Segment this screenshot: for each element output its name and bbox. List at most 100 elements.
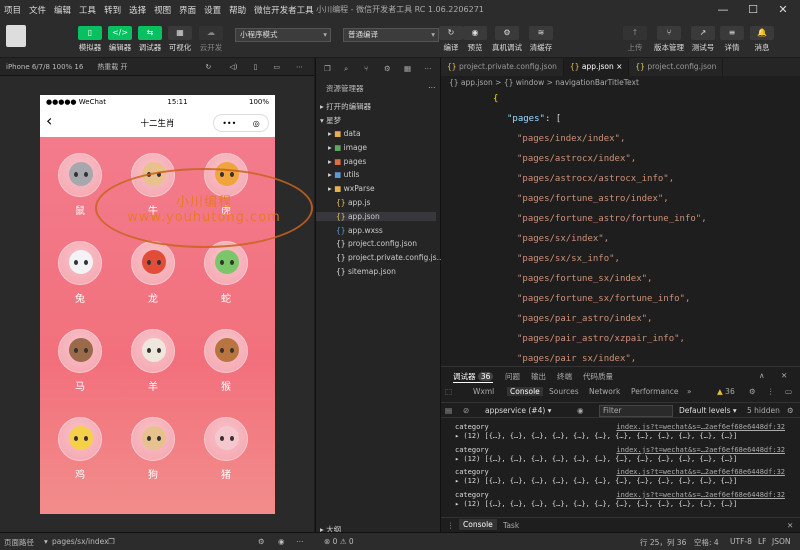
menu-edit[interactable]: 编辑 — [50, 4, 75, 16]
tree-file[interactable]: {} sitemap.json — [336, 267, 396, 276]
menu-project[interactable]: 项目 — [0, 4, 25, 16]
editor-button[interactable]: </> 编辑器 — [105, 26, 135, 53]
log-entry[interactable]: category index.js?t=wechat&s=…2aef6ef68e6… — [455, 491, 785, 499]
log-array[interactable]: ▸ (12) [{…}, {…}, {…}, {…}, {…}, {…}, {…… — [455, 455, 785, 463]
simulator-button[interactable]: ▯ 模拟器 — [75, 26, 105, 53]
eye-icon[interactable]: ◉ — [577, 406, 584, 415]
page-path-label[interactable]: 页面路径 — [4, 537, 34, 548]
menu-file[interactable]: 文件 — [25, 4, 50, 16]
log-entry[interactable]: category index.js?t=wechat&s=…2aef6ef68e6… — [455, 446, 785, 454]
remote-debug-button[interactable]: ⚙ 真机调试 — [492, 26, 522, 53]
refresh-icon[interactable]: ↻ — [206, 63, 212, 71]
tab-debugger[interactable]: 调试器 36 — [453, 371, 494, 383]
chevron-up-icon[interactable]: ∧ — [759, 371, 765, 380]
tab-output[interactable]: 输出 — [531, 371, 546, 382]
zodiac-item[interactable]: 蛇 — [196, 241, 256, 305]
tab-terminal[interactable]: 终端 — [557, 371, 572, 382]
log-array[interactable]: ▸ (12) [{…}, {…}, {…}, {…}, {…}, {…}, {…… — [455, 477, 785, 485]
messages-button[interactable]: 🔔 消息 — [747, 26, 777, 53]
levels-select[interactable]: Default levels ▾ — [679, 406, 737, 415]
editor-tab[interactable]: {} project.private.config.json — [441, 58, 564, 76]
record-icon[interactable]: ◎ — [253, 119, 260, 128]
log-entry[interactable]: category index.js?t=wechat&s=…2aef6ef68e6… — [455, 423, 785, 431]
clear-cache-button[interactable]: ≋ 清缓存 — [526, 26, 556, 53]
warning-count[interactable]: ▲ 36 — [717, 387, 735, 396]
details-button[interactable]: ≡ 详情 — [717, 26, 747, 53]
tree-file[interactable]: {} app.js — [336, 198, 370, 207]
more-icon[interactable]: ⋮ — [447, 521, 455, 530]
tree-file[interactable]: {} project.private.config.js... — [336, 253, 444, 262]
project-avatar[interactable] — [6, 25, 26, 47]
drawer-tab-task[interactable]: Task — [503, 521, 519, 530]
search-icon[interactable]: ⌕ — [344, 64, 348, 74]
devtools-tab[interactable]: Console — [507, 387, 543, 396]
preview-button[interactable]: ◉ 预览 — [460, 26, 490, 53]
log-entry[interactable]: category index.js?t=wechat&s=…2aef6ef68e6… — [455, 468, 785, 476]
mode-select[interactable]: 小程序模式 ▾ — [235, 28, 331, 42]
menu-interface[interactable]: 界面 — [175, 4, 200, 16]
eol[interactable]: LF — [758, 537, 767, 546]
log-array[interactable]: ▸ (12) [{…}, {…}, {…}, {…}, {…}, {…}, {…… — [455, 432, 785, 440]
capsule-button[interactable]: ••• ◎ — [213, 114, 269, 132]
debugger-button[interactable]: ⇆ 调试器 — [135, 26, 165, 53]
more-icon[interactable]: ⋯ — [424, 64, 432, 73]
zodiac-item[interactable]: 羊 — [123, 329, 183, 393]
settings-icon[interactable]: ⚙ — [258, 537, 265, 546]
dock-icon[interactable]: ▭ — [785, 387, 792, 396]
hotreload-toggle[interactable]: 热重载 开 — [97, 62, 127, 72]
menu-goto[interactable]: 转到 — [100, 4, 125, 16]
close-icon[interactable]: ✕ — [772, 2, 794, 18]
visual-button[interactable]: ▦ 可视化 — [165, 26, 195, 53]
language-mode[interactable]: JSON — [772, 537, 791, 546]
sidebar-icon[interactable]: ▤ — [445, 406, 452, 415]
device-icon[interactable]: ▯ — [254, 63, 258, 71]
eye-icon[interactable]: ◉ — [278, 537, 285, 546]
menu-settings[interactable]: 设置 — [200, 4, 225, 16]
minimize-icon[interactable]: — — [712, 2, 734, 18]
log-array[interactable]: ▸ (12) [{…}, {…}, {…}, {…}, {…}, {…}, {…… — [455, 500, 785, 508]
menu-wechat-devtools[interactable]: 微信开发者工具 — [250, 4, 318, 16]
close-icon[interactable]: ✕ — [781, 371, 787, 380]
tree-file[interactable]: {} project.config.json — [336, 239, 417, 248]
sound-icon[interactable]: ◁) — [229, 63, 237, 71]
upload-button[interactable]: ↑ 上传 — [620, 26, 650, 53]
problems-count[interactable]: ⊗ 0 ⚠ 0 — [324, 537, 354, 546]
extension-icon[interactable]: ▦ — [404, 64, 411, 73]
tab-quality[interactable]: 代码质量 — [583, 371, 613, 382]
tree-file[interactable]: {} app.json — [316, 211, 436, 221]
maximize-icon[interactable]: ☐ — [742, 2, 764, 18]
cursor-position[interactable]: 行 25，列 36 — [640, 537, 686, 548]
devtools-tab[interactable]: Sources — [549, 387, 579, 396]
debug-icon[interactable]: ⚙ — [384, 64, 391, 73]
cloud-button[interactable]: ☁ 云开发 — [196, 26, 226, 53]
editor-tab[interactable]: {} app.json × — [563, 58, 630, 76]
tree-folder[interactable]: ▸ ■ pages — [328, 157, 366, 166]
drawer-tab-console[interactable]: Console — [459, 519, 497, 530]
encoding[interactable]: UTF-8 — [730, 537, 752, 546]
tree-folder[interactable]: ▸ ■ image — [328, 143, 367, 152]
compile-select[interactable]: 普通编译 ▾ — [343, 28, 439, 42]
window-icon[interactable]: ▭ — [273, 63, 280, 71]
context-select[interactable]: appservice (#4) ▾ — [485, 406, 551, 415]
filter-input[interactable]: Filter — [599, 405, 673, 417]
more-icon[interactable]: ••• — [222, 119, 236, 128]
more-tabs-icon[interactable]: » — [687, 387, 692, 396]
tree-folder[interactable]: ▸ ■ utils — [328, 170, 359, 179]
page-path[interactable]: pages/sx/index — [52, 537, 109, 546]
zodiac-item[interactable]: 狗 — [123, 417, 183, 481]
branch-icon[interactable]: ⑂ — [364, 64, 369, 73]
copy-icon[interactable]: ❐ — [108, 537, 115, 546]
test-account-button[interactable]: ↗ 测试号 — [688, 26, 718, 53]
zodiac-item[interactable]: 猴 — [196, 329, 256, 393]
device-select[interactable]: iPhone 6/7/8 100% 16 — [6, 63, 83, 71]
tree-folder[interactable]: ▸ ■ wxParse — [328, 184, 375, 193]
zodiac-item[interactable]: 龙 — [123, 241, 183, 305]
gear-icon[interactable]: ⚙ — [787, 406, 794, 415]
tree-file[interactable]: {} app.wxss — [336, 226, 383, 235]
devtools-tab[interactable]: Network — [589, 387, 620, 396]
more-icon[interactable]: ⋯ — [296, 537, 304, 546]
tab-issues[interactable]: 问题 — [505, 371, 520, 382]
more-icon[interactable]: ⋯ — [296, 63, 303, 71]
more-icon[interactable]: ⋯ — [428, 83, 436, 92]
devtools-tab[interactable]: Performance — [631, 387, 679, 396]
